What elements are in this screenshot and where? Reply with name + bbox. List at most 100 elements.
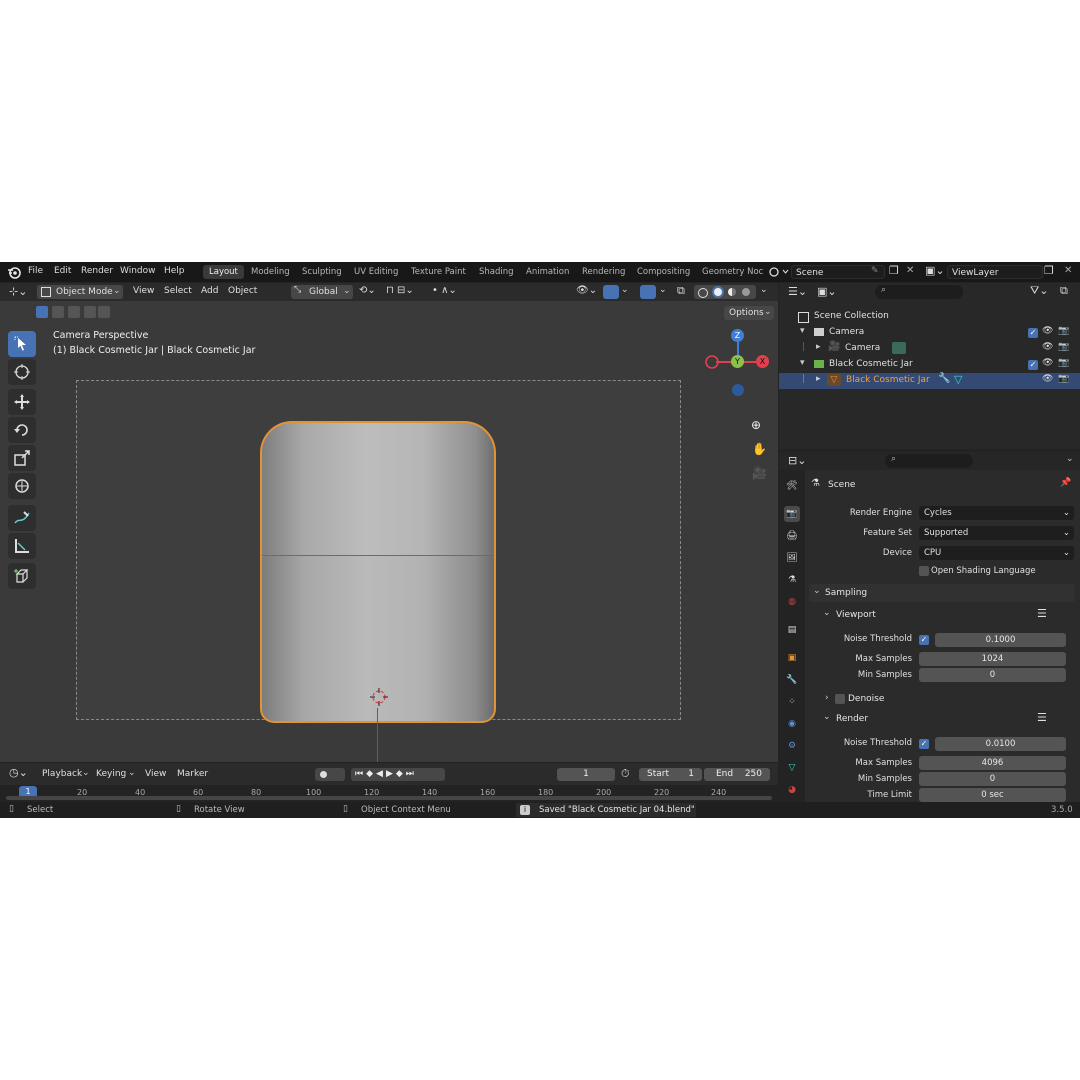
play-reverse-icon[interactable]: ◀: [376, 769, 386, 779]
timeline[interactable]: ◷⌄ Playback ⌄ Keying ⌄ View Marker ⏮◆◀▶◆…: [0, 763, 778, 801]
filter-icon[interactable]: ⛛⌄: [1030, 284, 1048, 298]
disclosure-triangle-icon[interactable]: ▸: [816, 374, 821, 384]
time-limit-field[interactable]: 0 sec: [919, 788, 1066, 802]
prev-keyframe-icon[interactable]: ◆: [366, 769, 376, 779]
material-tab-icon[interactable]: ◕: [784, 782, 800, 798]
data-tab-icon[interactable]: ▽: [784, 760, 800, 776]
view-layer-tab-icon[interactable]: 🖼: [784, 550, 800, 566]
display-mode-icon[interactable]: ▣⌄: [817, 285, 837, 298]
add-cube-tool[interactable]: [8, 563, 36, 589]
measure-tool[interactable]: [8, 533, 36, 559]
3d-cursor-icon[interactable]: [370, 688, 388, 706]
menu-select[interactable]: Select: [164, 286, 192, 296]
r-max-field[interactable]: 4096: [919, 756, 1066, 770]
mesh-data-icon[interactable]: ▽: [954, 373, 962, 386]
tab-compositing[interactable]: Compositing: [631, 265, 696, 279]
physics-tab-icon[interactable]: ◉: [784, 716, 800, 732]
timeline-ruler[interactable]: 1 20 40 60 80 100 120 140 160 180 200 22…: [0, 785, 778, 801]
particles-tab-icon[interactable]: ⁘: [784, 694, 800, 710]
r-min-field[interactable]: 0: [919, 772, 1066, 786]
chevron-down-icon[interactable]: ⌄: [659, 285, 667, 295]
outliner-search-input[interactable]: ⌕: [875, 285, 963, 299]
select-intersect-icon[interactable]: [98, 306, 110, 318]
editor-type-icon[interactable]: ⊹⌄: [9, 285, 27, 298]
pan-hand-icon[interactable]: ✋: [752, 442, 767, 456]
new-scene-icon[interactable]: ❐: [889, 264, 899, 277]
gizmo-y-axis[interactable]: Y: [731, 355, 744, 368]
denoise-checkbox[interactable]: [835, 694, 845, 704]
modifier-wrench-icon[interactable]: 🔧: [938, 373, 950, 384]
tab-shading[interactable]: Shading: [473, 265, 520, 279]
object-tab-icon[interactable]: ▣: [784, 650, 800, 666]
render-camera-icon[interactable]: 📷: [1058, 358, 1069, 368]
cursor-tool[interactable]: [8, 359, 36, 385]
r-noise-field[interactable]: 0.0100: [935, 737, 1066, 751]
exclude-checkbox[interactable]: ✓: [1028, 360, 1038, 370]
denoise-subpanel-header[interactable]: › Denoise: [819, 690, 1075, 708]
navigation-gizmo[interactable]: Z Y X: [702, 326, 774, 398]
menu-file[interactable]: File: [28, 266, 43, 276]
tab-animation[interactable]: Animation: [520, 265, 575, 279]
camera-view-icon[interactable]: 🎥: [752, 466, 767, 480]
blender-logo-icon[interactable]: [7, 265, 21, 279]
xray-toggle-icon[interactable]: ⧉: [677, 284, 685, 298]
select-extend-icon[interactable]: [52, 306, 64, 318]
overlays-toggle-icon[interactable]: [640, 285, 656, 299]
menu-keying[interactable]: Keying: [96, 769, 126, 779]
constraints-tab-icon[interactable]: ⚙: [784, 738, 800, 754]
scale-tool[interactable]: [8, 445, 36, 471]
menu-edit[interactable]: Edit: [54, 266, 71, 276]
outliner-row-camera-object[interactable]: | ▸ 🎥 Camera 👁 📷: [779, 341, 1080, 357]
chevron-down-icon[interactable]: ⌄: [760, 285, 768, 295]
camera-data-icon[interactable]: [892, 342, 906, 354]
render-tab-icon[interactable]: 📷: [784, 506, 800, 522]
menu-view[interactable]: View: [145, 769, 166, 779]
render-camera-icon[interactable]: 📷: [1058, 326, 1069, 336]
vp-noise-field[interactable]: 0.1000: [935, 633, 1066, 647]
outliner-row-jar-object[interactable]: | ▸ ▽ Black Cosmetic Jar 🔧 ▽ 👁 📷: [779, 373, 1080, 389]
jump-start-icon[interactable]: ⏮: [355, 769, 366, 779]
disclosure-triangle-icon[interactable]: ▾: [800, 326, 805, 336]
report-banner[interactable]: i Saved "Black Cosmetic Jar 04.blend": [516, 803, 696, 817]
rendered-shading-icon[interactable]: [742, 288, 750, 296]
menu-window[interactable]: Window: [120, 266, 156, 276]
next-keyframe-icon[interactable]: ◆: [396, 769, 406, 779]
play-icon[interactable]: ▶: [386, 769, 396, 779]
collection-tab-icon[interactable]: ▤: [784, 622, 800, 638]
timeline-editor-icon[interactable]: ◷⌄: [9, 766, 28, 779]
tab-uv-editing[interactable]: UV Editing: [348, 265, 404, 279]
move-tool[interactable]: [8, 389, 36, 415]
menu-render[interactable]: Render: [81, 266, 113, 276]
zoom-icon[interactable]: ⊕: [751, 418, 761, 432]
select-tool[interactable]: [8, 331, 36, 357]
select-invert-icon[interactable]: [84, 306, 96, 318]
tab-texture-paint[interactable]: Texture Paint: [405, 265, 472, 279]
disclosure-triangle-icon[interactable]: ▸: [816, 342, 821, 352]
auto-keying-toggle[interactable]: [315, 768, 345, 781]
outliner-row-scene-collection[interactable]: Scene Collection: [779, 309, 1080, 325]
sampling-panel-header[interactable]: ⌄ Sampling: [809, 584, 1075, 602]
menu-view[interactable]: View: [133, 286, 154, 296]
transform-tool[interactable]: [8, 473, 36, 499]
scene-selector-icon[interactable]: [768, 265, 790, 279]
gizmo-toggle-icon[interactable]: [603, 285, 619, 299]
view-layer-selector-icon[interactable]: ▣⌄: [925, 264, 945, 277]
start-frame-field[interactable]: Start 1: [639, 768, 702, 781]
r-noise-checkbox[interactable]: ✓: [919, 739, 929, 749]
menu-marker[interactable]: Marker: [177, 769, 208, 779]
outliner-row-jar-collection[interactable]: ▾ Black Cosmetic Jar ✓ 👁 📷: [779, 357, 1080, 373]
outliner-editor-icon[interactable]: ☰⌄: [788, 285, 807, 298]
properties-editor[interactable]: ⊟⌄ ⌕ ⌄ 🛠 📷 🖨 🖼 ⚗ ◍ ▤ ▣ 🔧 ⁘ ◉ ⚙ ▽ ◕ ⚗ Sce…: [779, 452, 1080, 802]
visibility-icon[interactable]: 👁⌄: [576, 285, 597, 296]
annotate-tool[interactable]: [8, 505, 36, 531]
device-select[interactable]: CPU ⌄: [919, 546, 1074, 560]
outliner-row-camera-collection[interactable]: ▾ Camera ✓ 👁 📷: [779, 325, 1080, 341]
exclude-checkbox[interactable]: ✓: [1028, 328, 1038, 338]
jar-lid[interactable]: [260, 421, 496, 561]
vp-min-field[interactable]: 0: [919, 668, 1066, 682]
jump-end-icon[interactable]: ⏭: [406, 769, 417, 779]
eye-icon[interactable]: 👁: [1042, 358, 1053, 368]
tab-layout[interactable]: Layout: [203, 265, 244, 279]
menu-help[interactable]: Help: [164, 266, 185, 276]
pin-icon[interactable]: ✎: [871, 266, 879, 276]
